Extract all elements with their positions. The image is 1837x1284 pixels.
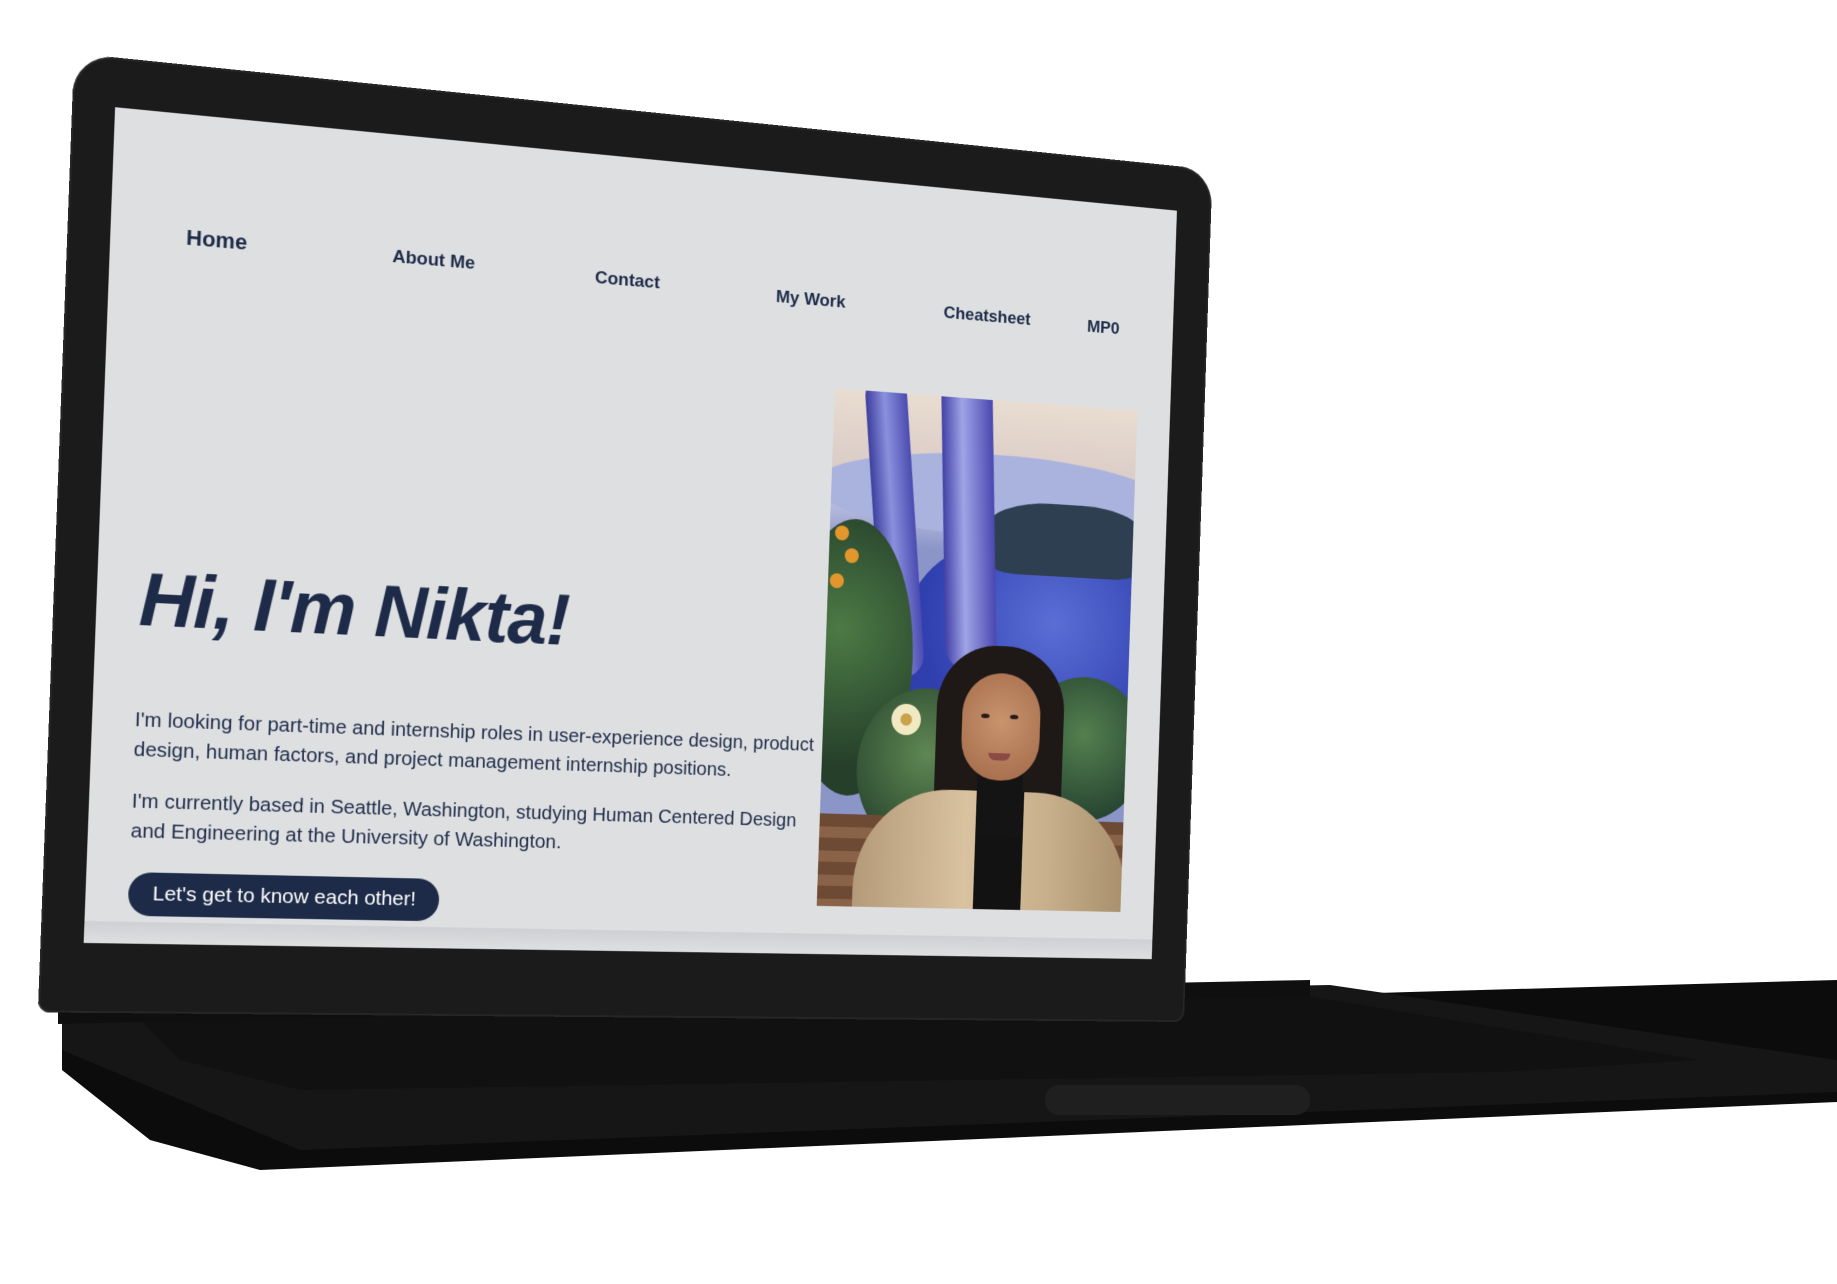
nav-mp0-link[interactable]: MP0 — [1087, 317, 1120, 339]
nav-cheatsheet-link[interactable]: Cheatsheet — [943, 303, 1031, 330]
nav-contact-link[interactable]: Contact — [595, 268, 661, 294]
nav-home-link[interactable]: Home — [186, 225, 248, 256]
mural-distant-trees — [984, 499, 1138, 582]
get-to-know-button[interactable]: Let's get to know each other! — [127, 872, 440, 922]
person-eye — [981, 713, 990, 719]
mural-tree-trunk — [941, 388, 997, 673]
fold-shadow — [83, 921, 1153, 960]
laptop-mockup-scene: Home About Me Contact My Work Cheatsheet… — [0, 0, 1837, 1284]
person-neck — [975, 772, 1024, 838]
screen-perspective-wrapper: Home About Me Contact My Work Cheatsheet… — [0, 0, 1837, 1284]
nav-my-work-link[interactable]: My Work — [776, 287, 846, 313]
person-eye — [1009, 714, 1019, 720]
laptop-screen: Home About Me Contact My Work Cheatsheet… — [83, 107, 1177, 960]
portrait-photo — [816, 388, 1138, 913]
laptop-lid: Home About Me Contact My Work Cheatsheet… — [37, 53, 1213, 1022]
person-face — [960, 671, 1042, 782]
person-smile — [988, 752, 1011, 761]
hero-paragraph-roles: I'm looking for part-time and internship… — [133, 708, 815, 781]
hero-paragraph-location: I'm currently based in Seattle, Washingt… — [130, 789, 797, 854]
nav-about-me-link[interactable]: About Me — [392, 247, 475, 275]
top-navigation: Home About Me Contact My Work Cheatsheet… — [109, 218, 1173, 345]
hero-title: Hi, I'm Nikta! — [137, 557, 571, 662]
